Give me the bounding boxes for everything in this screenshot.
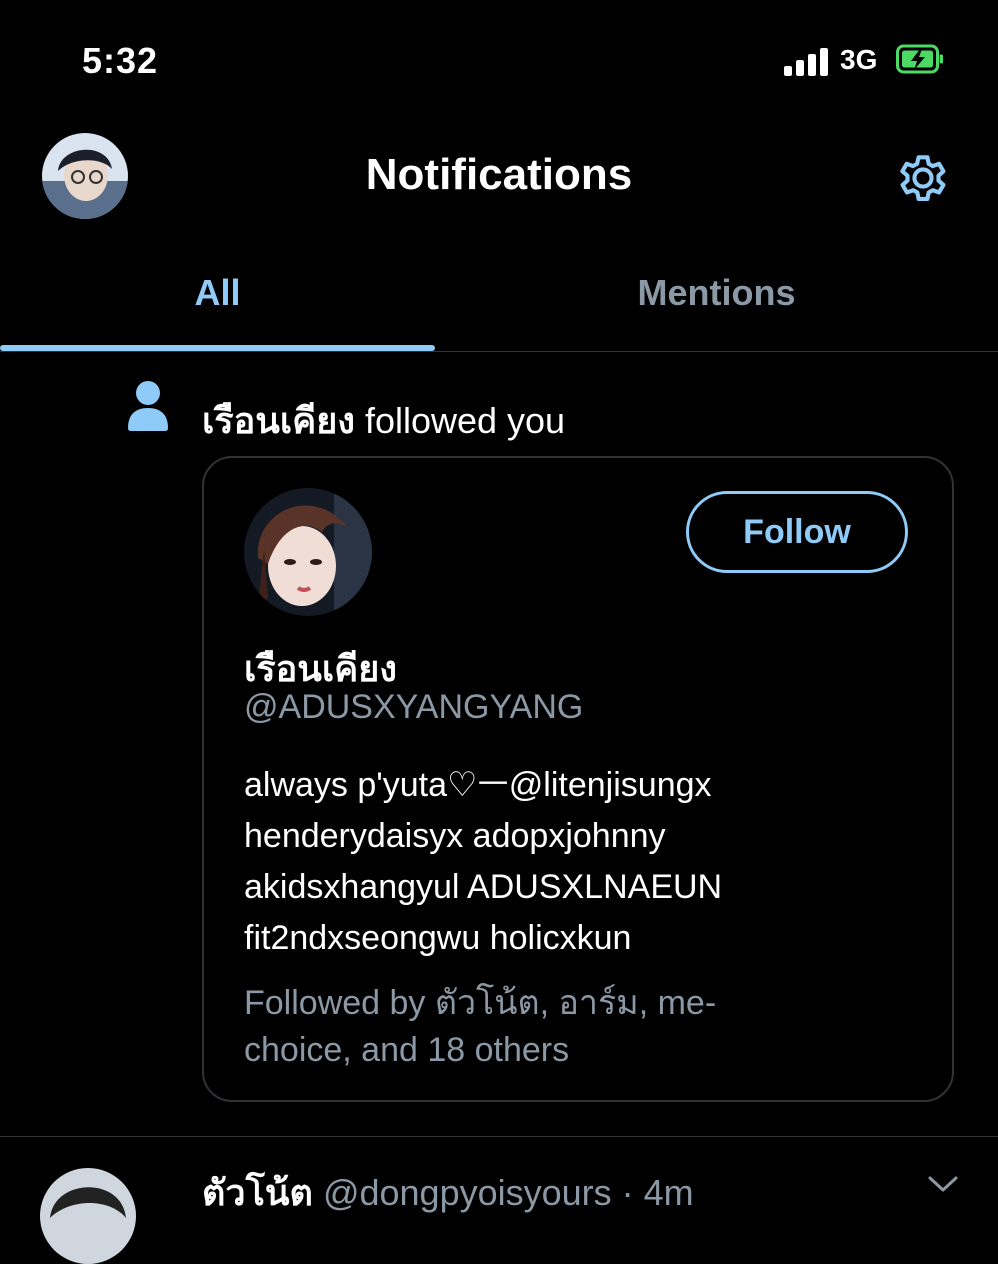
notification-action: followed you [354, 400, 566, 441]
person-icon [128, 381, 168, 431]
follow-button[interactable]: Follow [686, 491, 908, 573]
user-bio: always p'yuta♡ㅡ@litenjisungx henderydais… [244, 766, 723, 957]
followed-by-text[interactable]: Followed by ตัวโน้ต, อาร์ม, me- choice, … [244, 980, 844, 1074]
divider [0, 1136, 998, 1137]
chevron-down-icon[interactable] [926, 1172, 960, 1196]
status-time: 5:32 [82, 40, 159, 81]
next-avatar-image [40, 1168, 136, 1264]
divider [0, 351, 998, 352]
tab-all[interactable]: All [0, 272, 435, 314]
next-item-handle-time: @dongpyoisyours · 4m [322, 1172, 694, 1213]
notification-text[interactable]: เรือนเคียง followed you [202, 392, 565, 449]
notification-actor-name[interactable]: เรือนเคียง [202, 400, 355, 441]
page-title: Notifications [365, 150, 633, 199]
user-handle[interactable]: @ADUSXYANGYANG [244, 688, 583, 727]
tab-mentions[interactable]: Mentions [435, 272, 998, 314]
gear-icon[interactable] [892, 147, 954, 209]
cellular-signal-icon [784, 46, 830, 76]
next-avatar[interactable] [40, 1168, 136, 1264]
next-item-header[interactable]: ตัวโน้ต @dongpyoisyours · 4m [202, 1164, 694, 1221]
battery-charging-icon [896, 44, 943, 74]
next-item-name[interactable]: ตัวโน้ต [202, 1172, 313, 1213]
user-avatar-image [244, 488, 372, 616]
network-type: 3G [840, 44, 878, 75]
user-avatar[interactable] [244, 488, 372, 616]
